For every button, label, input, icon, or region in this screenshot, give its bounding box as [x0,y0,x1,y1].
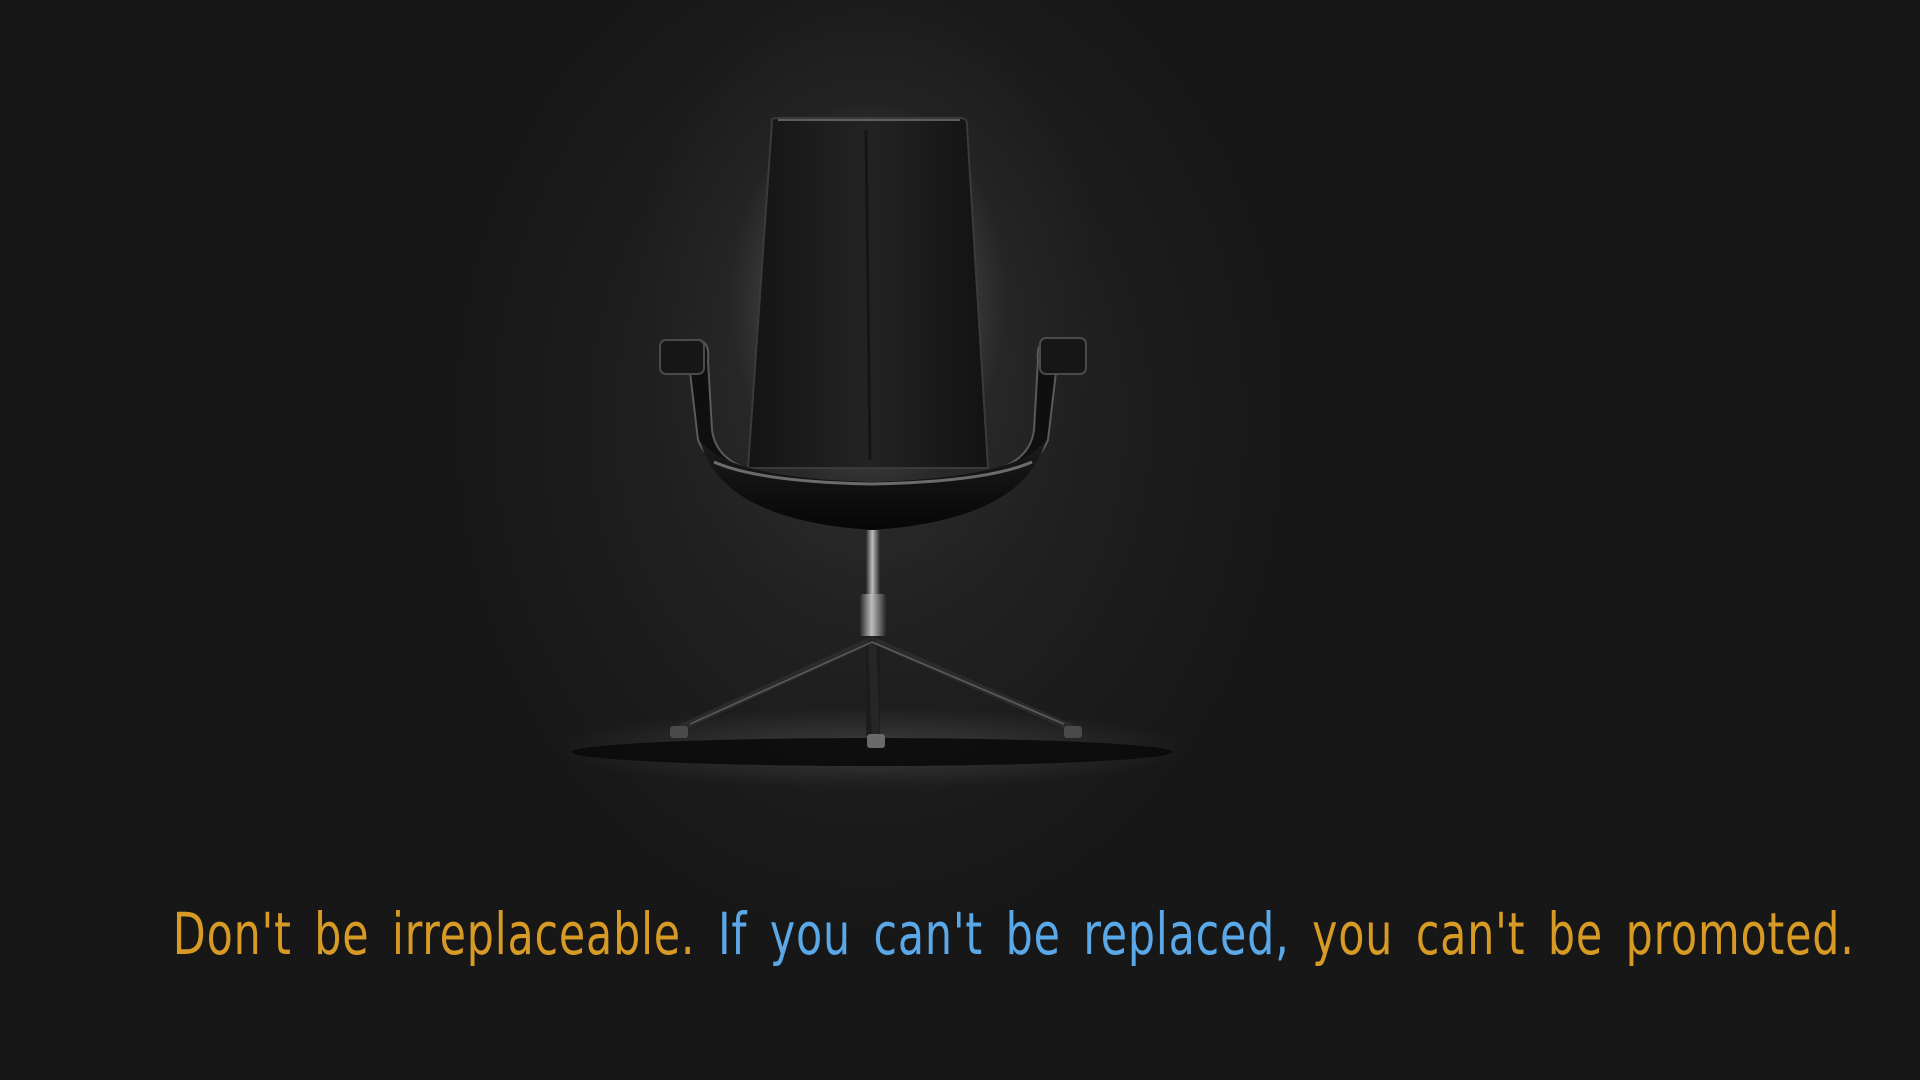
poster: Don't be irreplaceable. If you can't be … [0,0,1920,1080]
quote-caption: Don't be irreplaceable. If you can't be … [172,900,1854,968]
quote-part-2: If you can't be replaced, [717,900,1290,968]
quote-part-1: Don't be irreplaceable. [172,900,696,968]
quote-part-3: you can't be promoted. [1312,900,1855,968]
